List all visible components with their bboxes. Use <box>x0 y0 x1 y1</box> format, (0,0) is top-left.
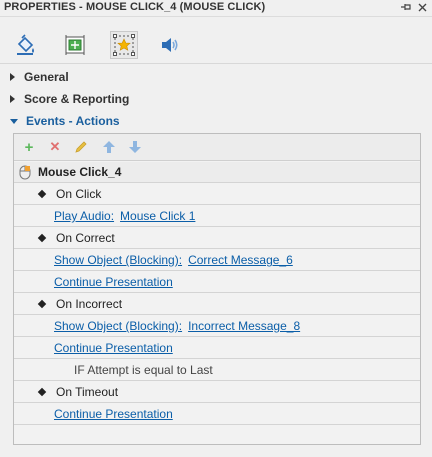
audio-speaker-icon[interactable] <box>157 32 183 58</box>
play-audio-link[interactable]: Play Audio: <box>54 209 114 223</box>
event-object-row[interactable]: Mouse Click_4 <box>14 162 420 183</box>
event-label: On Correct <box>56 231 115 245</box>
event-diamond-icon <box>37 299 47 309</box>
show-object-link[interactable]: Show Object (Blocking): <box>54 319 182 333</box>
section-events-label: Events - Actions <box>26 114 120 128</box>
properties-toolbar <box>0 17 432 64</box>
section-general[interactable]: General <box>0 66 432 88</box>
section-score-reporting[interactable]: Score & Reporting <box>0 88 432 110</box>
action-continue-row: Continue Presentation <box>14 338 420 359</box>
event-on-timeout[interactable]: On Timeout <box>14 382 420 403</box>
collapsed-triangle-icon <box>10 95 15 103</box>
expanded-triangle-icon <box>10 118 18 124</box>
event-label: On Incorrect <box>56 297 123 311</box>
action-continue-row: Continue Presentation <box>14 404 420 425</box>
section-events-actions[interactable]: Events - Actions <box>0 110 432 132</box>
properties-title-bar: PROPERTIES - MOUSE CLICK_4 (MOUSE CLICK) <box>0 0 432 17</box>
condition-label: IF Attempt is equal to Last <box>74 363 213 377</box>
event-diamond-icon <box>37 233 47 243</box>
arrow-down-icon <box>129 141 141 153</box>
condition-row[interactable]: IF Attempt is equal to Last <box>14 360 420 381</box>
action-play-audio-row: Play Audio: Mouse Click 1 <box>14 206 420 227</box>
close-icon[interactable] <box>415 0 429 14</box>
event-diamond-icon <box>37 387 47 397</box>
collapsed-triangle-icon <box>10 73 15 81</box>
object-name: Mouse Click_4 <box>38 165 122 179</box>
delete-icon: ✕ <box>49 139 61 154</box>
fill-bucket-icon[interactable] <box>13 32 39 58</box>
delete-action-button[interactable]: ✕ <box>46 138 64 156</box>
event-label: On Timeout <box>56 385 119 399</box>
continue-presentation-link[interactable]: Continue Presentation <box>54 407 173 421</box>
panel-title: PROPERTIES - MOUSE CLICK_4 (MOUSE CLICK) <box>4 1 266 13</box>
pin-icon[interactable] <box>399 0 413 14</box>
move-down-button[interactable] <box>126 138 144 156</box>
section-general-label: General <box>24 70 69 84</box>
mouse-icon <box>19 165 31 180</box>
edit-action-button[interactable] <box>72 138 90 156</box>
section-score-label: Score & Reporting <box>24 92 130 106</box>
event-on-click[interactable]: On Click <box>14 184 420 205</box>
correct-message-link[interactable]: Correct Message_6 <box>188 253 293 267</box>
event-on-incorrect[interactable]: On Incorrect <box>14 294 420 315</box>
events-toolbar: + ✕ <box>14 134 420 161</box>
continue-presentation-link[interactable]: Continue Presentation <box>54 275 173 289</box>
incorrect-message-link[interactable]: Incorrect Message_8 <box>188 319 300 333</box>
events-actions-panel: + ✕ Mouse Click_4 On Click Play Audio: M… <box>13 133 421 445</box>
edit-pencil-icon <box>75 141 87 153</box>
action-show-object-row: Show Object (Blocking): Correct Message_… <box>14 250 420 271</box>
arrow-up-icon <box>103 141 115 153</box>
move-up-button[interactable] <box>100 138 118 156</box>
action-show-object-row: Show Object (Blocking): Incorrect Messag… <box>14 316 420 337</box>
action-continue-row: Continue Presentation <box>14 272 420 293</box>
event-diamond-icon <box>37 189 47 199</box>
event-on-correct[interactable]: On Correct <box>14 228 420 249</box>
audio-target-link[interactable]: Mouse Click 1 <box>120 209 195 223</box>
size-position-icon[interactable] <box>62 32 88 58</box>
add-icon: + <box>24 138 34 156</box>
event-label: On Click <box>56 187 102 201</box>
continue-presentation-link[interactable]: Continue Presentation <box>54 341 173 355</box>
show-object-link[interactable]: Show Object (Blocking): <box>54 253 182 267</box>
events-star-icon[interactable] <box>110 31 138 59</box>
add-action-button[interactable]: + <box>20 138 38 156</box>
